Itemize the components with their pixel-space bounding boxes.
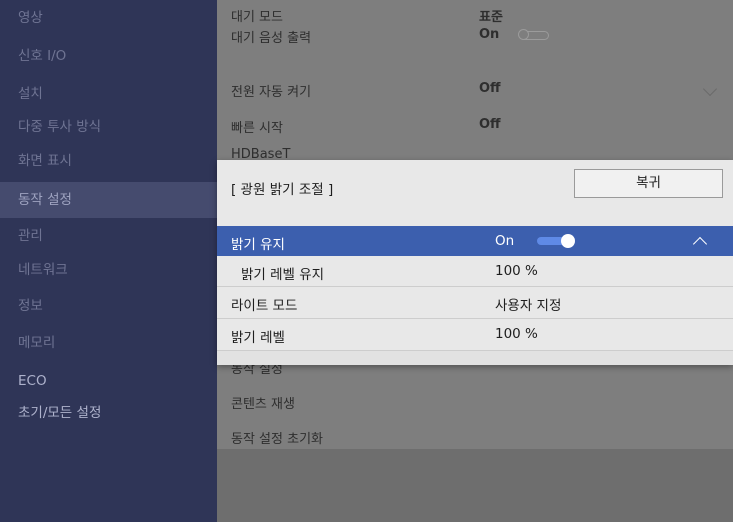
panel-title: [ 광원 밝기 조절 ]: [231, 182, 334, 198]
setting-standby-audio-label[interactable]: 대기 음성 출력: [231, 27, 311, 46]
setting-standby-audio-value: On: [479, 27, 500, 42]
chevron-up-icon[interactable]: [692, 236, 708, 252]
row-maintain-level[interactable]: 밝기 레벨 유지 100 %: [217, 256, 733, 286]
setting-operation-reset-label[interactable]: 동작 설정 초기화: [231, 428, 323, 447]
row-brightness-maintain[interactable]: 밝기 유지 On: [217, 226, 733, 256]
row-value: 사용자 지정: [495, 298, 562, 314]
setting-auto-power-value: Off: [479, 81, 501, 96]
setting-standby-mode-value: 표준: [479, 10, 503, 25]
setting-quick-start-value: Off: [479, 117, 501, 132]
row-value: 100 %: [495, 326, 538, 342]
row-value: 100 %: [495, 263, 538, 279]
setting-standby-mode-label[interactable]: 대기 모드: [231, 6, 283, 25]
sidebar-item-signal-io[interactable]: 신호 I/O: [0, 38, 217, 74]
row-label: 라이트 모드: [231, 298, 298, 314]
sidebar-menu: 영상 신호 I/O 설치 다중 투사 방식 화면 표시 동작 설정 관리 네트워…: [0, 0, 217, 522]
row-label: 밝기 레벨: [231, 330, 285, 346]
row-brightness-level[interactable]: 밝기 레벨 100 %: [217, 318, 733, 348]
sidebar-item-network[interactable]: 네트워크: [0, 252, 217, 288]
row-label: 밝기 레벨 유지: [241, 267, 325, 283]
sidebar-item-image[interactable]: 영상: [0, 0, 217, 36]
standby-audio-toggle[interactable]: [518, 29, 549, 40]
sidebar-item-reset-all[interactable]: 초기/모든 설정: [0, 395, 217, 431]
sidebar-item-operation[interactable]: 동작 설정: [0, 182, 217, 218]
sidebar-item-eco[interactable]: ECO: [0, 363, 217, 399]
setting-auto-power-label[interactable]: 전원 자동 켜기: [231, 81, 311, 100]
sidebar-item-installation[interactable]: 설치: [0, 76, 217, 112]
setting-content-playback-label[interactable]: 콘텐츠 재생: [231, 393, 295, 412]
row-label: 밝기 유지: [231, 237, 285, 253]
chevron-down-icon[interactable]: [702, 81, 718, 97]
reset-button[interactable]: 복귀: [574, 169, 723, 198]
main-footer-area: [217, 449, 733, 522]
sidebar-item-memory[interactable]: 메모리: [0, 325, 217, 361]
sidebar-item-management[interactable]: 관리: [0, 218, 217, 254]
panel-footer: [217, 350, 733, 365]
toggle-knob: [561, 234, 575, 248]
row-value: On: [495, 233, 515, 249]
row-light-mode[interactable]: 라이트 모드 사용자 지정: [217, 286, 733, 316]
sidebar-item-multi-projection[interactable]: 다중 투사 방식: [0, 109, 217, 145]
setting-quick-start-label[interactable]: 빠른 시작: [231, 117, 283, 136]
light-brightness-panel: [ 광원 밝기 조절 ] 복귀 밝기 유지 On 밝기 레벨 유지 100 % …: [217, 160, 733, 365]
sidebar-item-info[interactable]: 정보: [0, 288, 217, 324]
sidebar-item-display[interactable]: 화면 표시: [0, 143, 217, 179]
